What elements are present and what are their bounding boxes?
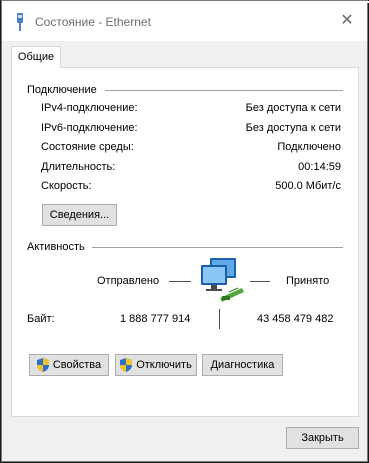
- disable-button[interactable]: Отключить: [115, 354, 197, 376]
- ipv4-value: Без доступа к сети: [245, 102, 341, 114]
- ipv6-value: Без доступа к сети: [245, 122, 341, 134]
- details-button[interactable]: Сведения...: [42, 204, 117, 226]
- properties-button[interactable]: Свойства: [29, 354, 109, 376]
- speed-row: Скорость: 500.0 Мбит/с: [41, 180, 341, 194]
- received-label: Принято: [286, 275, 330, 287]
- window-title: Состояние - Ethernet: [35, 15, 151, 29]
- connection-divider: [105, 90, 343, 91]
- network-computers-icon: [201, 258, 244, 302]
- activity-section-header: Активность: [27, 241, 85, 253]
- speed-value: 500.0 Мбит/с: [275, 180, 341, 192]
- shield-icon: [120, 358, 133, 372]
- close-icon[interactable]: ✕: [327, 9, 367, 33]
- shield-icon: [36, 358, 49, 372]
- bytes-sent-value: 1 888 777 914: [120, 313, 191, 325]
- bytes-label: Байт:: [27, 313, 55, 325]
- ipv4-label: IPv4-подключение:: [41, 102, 138, 114]
- ethernet-status-dialog: Состояние - Ethernet ✕ Общие Подключение…: [1, 0, 369, 462]
- close-button[interactable]: Закрыть: [286, 427, 359, 449]
- title-bar[interactable]: Состояние - Ethernet ✕: [2, 1, 367, 41]
- duration-row: Длительность: 00:14:59: [41, 161, 341, 175]
- sent-label: Отправлено: [97, 275, 160, 287]
- properties-button-label: Свойства: [52, 359, 102, 371]
- activity-divider: [92, 247, 343, 248]
- ipv6-label: IPv6-подключение:: [41, 122, 138, 134]
- media-state-value: Подключено: [277, 141, 341, 153]
- ipv6-row: IPv6-подключение: Без доступа к сети: [41, 122, 341, 136]
- disable-button-label: Отключить: [136, 359, 192, 371]
- tab-general[interactable]: Общие: [11, 46, 61, 68]
- ethernet-plug-icon: [17, 13, 23, 31]
- connection-section-header: Подключение: [27, 84, 97, 96]
- sent-connector-line: [169, 281, 191, 282]
- received-connector-line: [250, 281, 270, 282]
- duration-label: Длительность:: [41, 161, 116, 173]
- general-tab-panel: Подключение IPv4-подключение: Без доступ…: [11, 67, 359, 417]
- bytes-divider: [219, 309, 220, 329]
- media-state-label: Состояние среды:: [41, 141, 134, 153]
- diagnose-button[interactable]: Диагностика: [202, 354, 283, 376]
- bytes-received-value: 43 458 479 482: [257, 313, 334, 325]
- duration-value: 00:14:59: [298, 161, 341, 173]
- media-state-row: Состояние среды: Подключено: [41, 141, 341, 155]
- speed-label: Скорость:: [41, 180, 92, 192]
- ipv4-row: IPv4-подключение: Без доступа к сети: [41, 102, 341, 116]
